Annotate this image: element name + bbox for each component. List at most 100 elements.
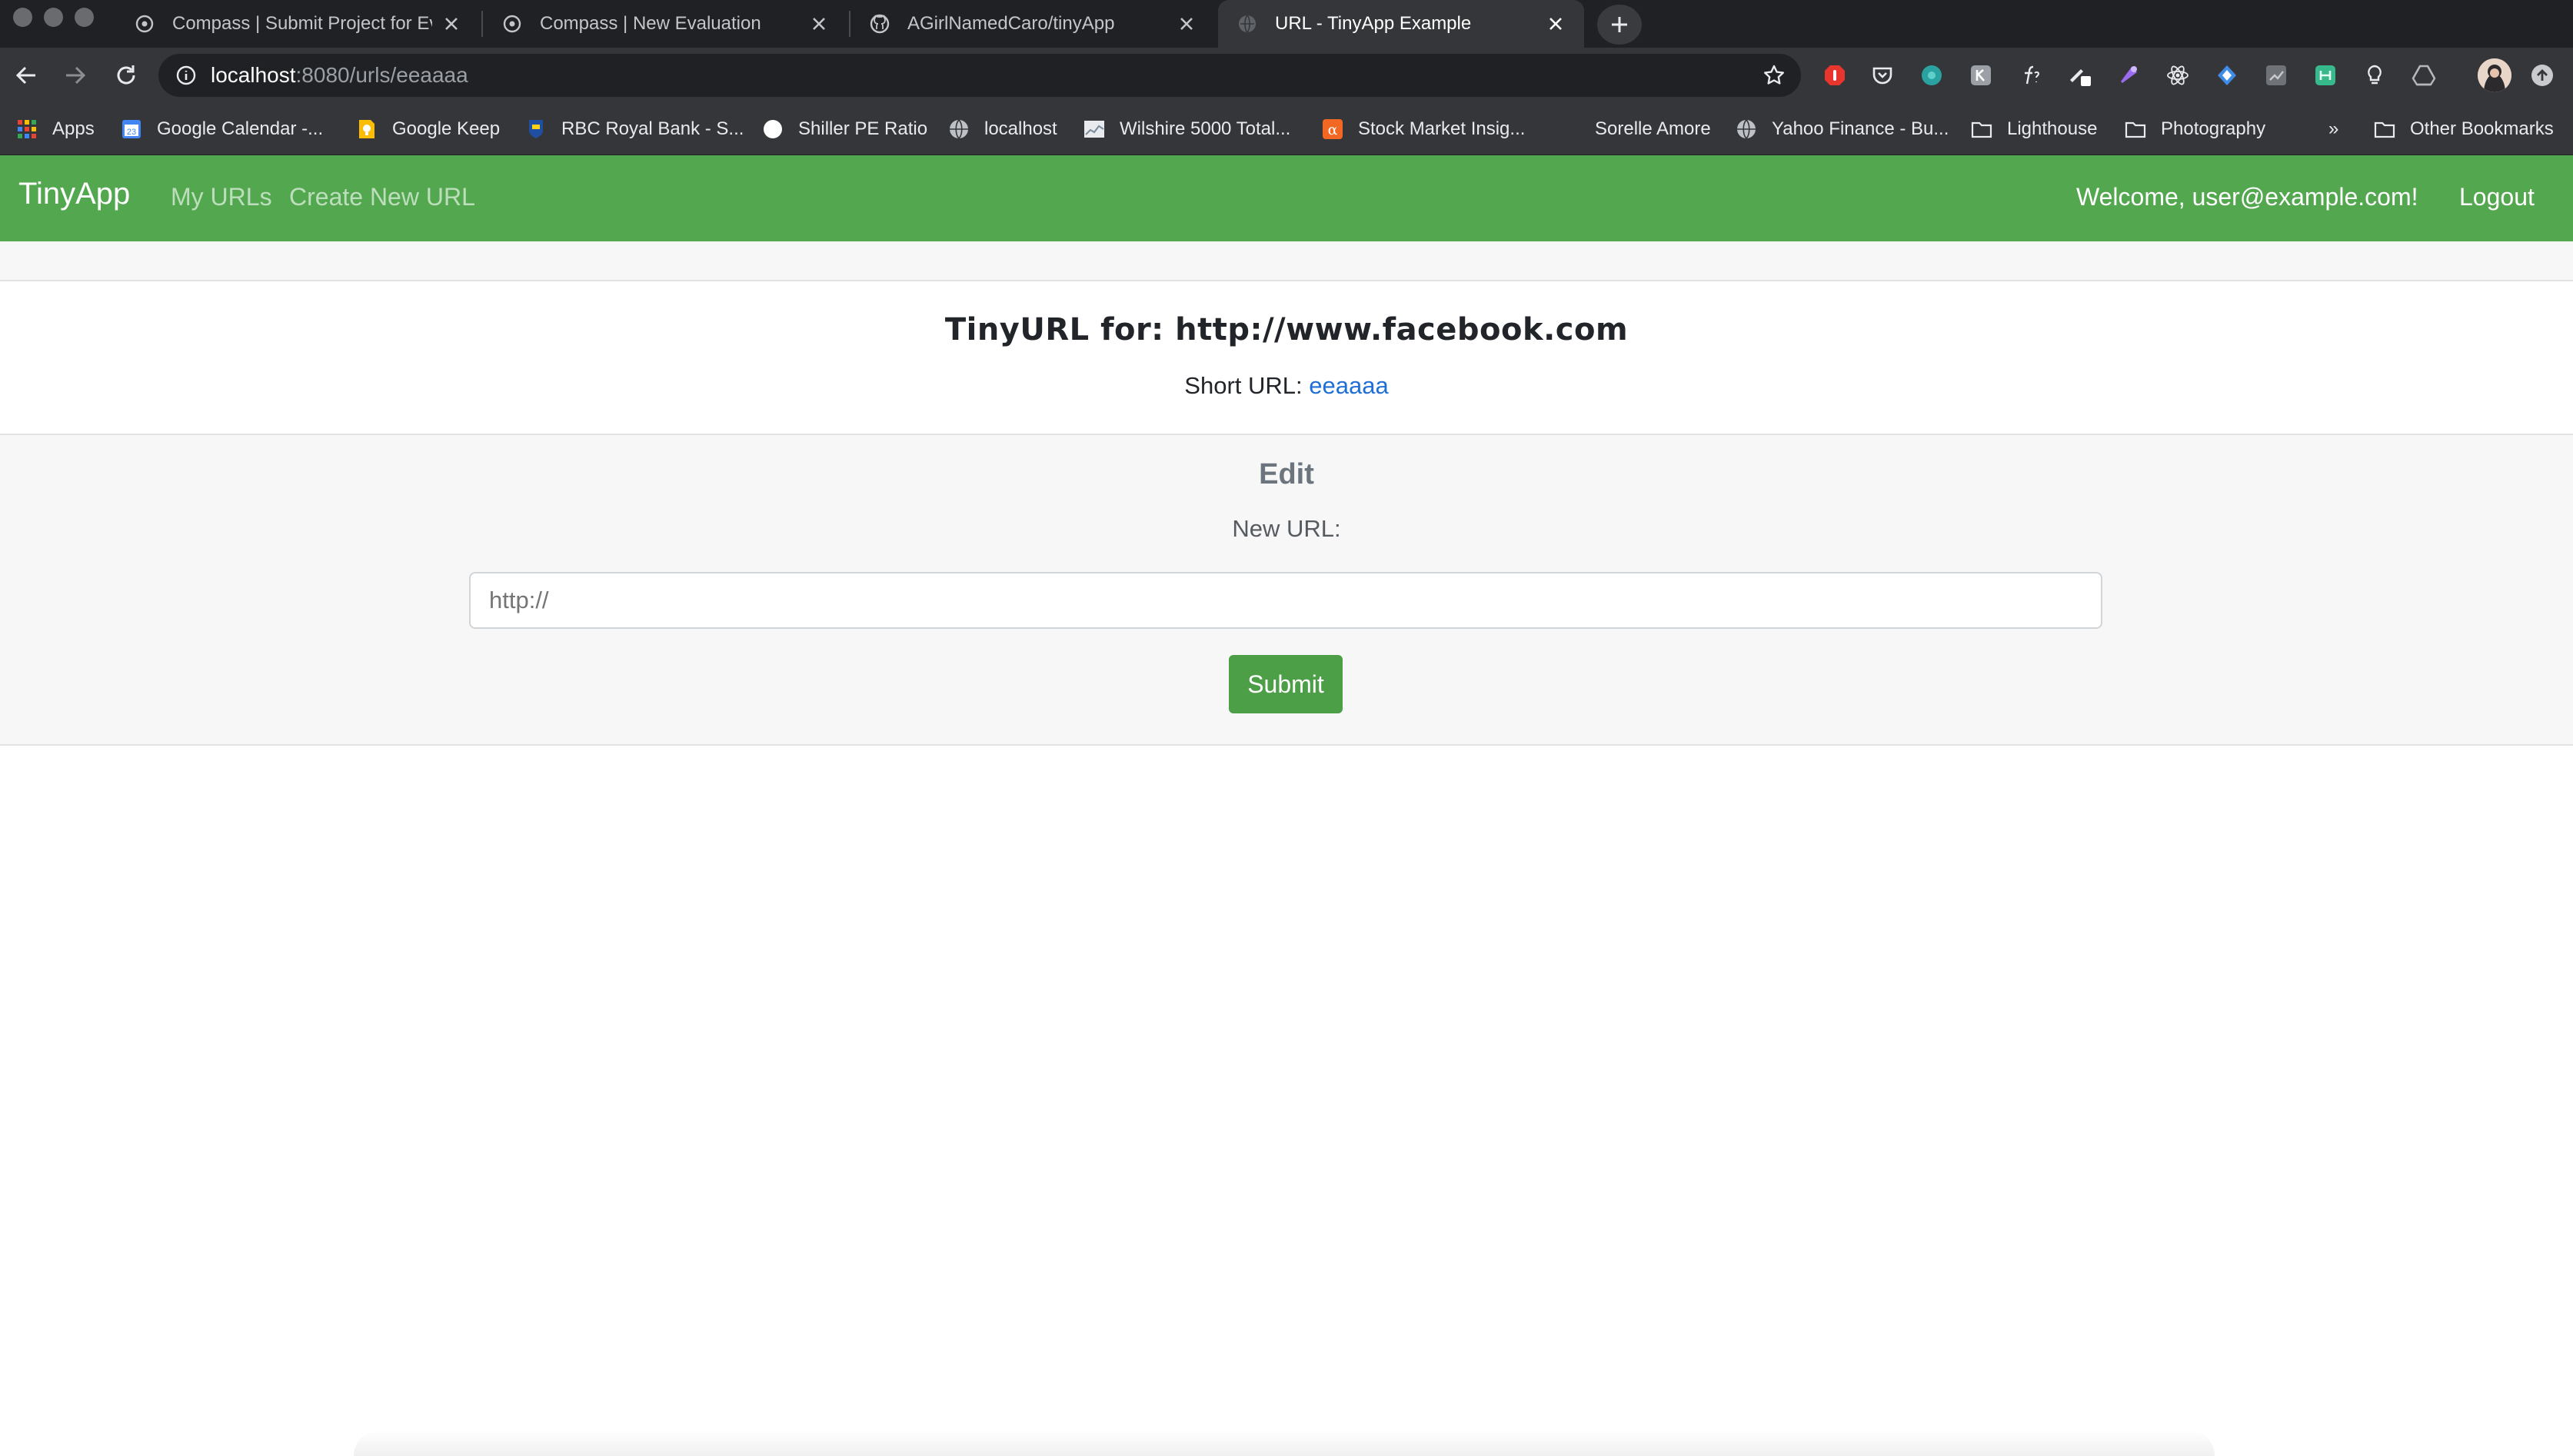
green-extension-icon[interactable] xyxy=(2313,63,2338,88)
bookmark-shiller[interactable]: Shiller PE Ratio xyxy=(761,103,927,155)
reload-icon[interactable] xyxy=(112,61,140,89)
app-navbar: TinyApp My URLs Create New URL Welcome, … xyxy=(0,155,2573,241)
bookmark-star-icon[interactable] xyxy=(1762,64,1786,87)
bookmark-folder-photography[interactable]: Photography xyxy=(2124,103,2265,155)
tab-tinyapp-active[interactable]: URL - TinyApp Example xyxy=(1218,0,1584,48)
nav-my-urls[interactable]: My URLs xyxy=(171,183,272,211)
bookmark-sorelle[interactable]: Sorelle Amore xyxy=(1595,103,1711,155)
svg-text:α: α xyxy=(1328,121,1338,138)
svg-text:23: 23 xyxy=(127,128,136,137)
grey-chart-extension-icon[interactable] xyxy=(2264,63,2288,88)
bookmark-label: Other Bookmarks xyxy=(2410,118,2554,139)
address-host: localhost xyxy=(211,63,296,87)
bookmark-label: Google Calendar -... xyxy=(157,118,324,139)
edit-heading: Edit xyxy=(1259,458,1314,490)
short-url-line: Short URL: eeaaaa xyxy=(0,372,2573,400)
brand-link[interactable]: TinyApp xyxy=(18,177,130,211)
tab-strip: Compass | Submit Project for Ev Compass … xyxy=(0,0,2573,48)
bookmark-rbc[interactable]: RBC Royal Bank - S... xyxy=(524,103,744,155)
drive-extension-icon[interactable] xyxy=(2412,63,2436,88)
bottom-edge-shadow xyxy=(354,1430,2215,1456)
lightbulb-extension-icon[interactable] xyxy=(2362,63,2387,88)
tab-title: Compass | Submit Project for Ev xyxy=(172,13,432,34)
avatar-icon xyxy=(2478,58,2511,92)
info-icon[interactable] xyxy=(175,65,197,86)
bookmark-label: Shiller PE Ratio xyxy=(798,118,928,139)
card-top-strip xyxy=(0,241,2573,281)
bookmark-google-keep[interactable]: Google Keep xyxy=(355,103,500,155)
grey-k-extension-icon[interactable] xyxy=(1969,63,1993,88)
bookmark-google-calendar[interactable]: 23 Google Calendar -... xyxy=(120,103,323,155)
alpha-icon: α xyxy=(1323,119,1343,139)
react-devtools-icon[interactable] xyxy=(2165,63,2190,88)
bookmark-label: RBC Royal Bank - S... xyxy=(561,118,744,139)
font-extension-icon[interactable] xyxy=(2018,63,2042,88)
bookmark-label: Google Keep xyxy=(392,118,501,139)
page-title: TinyURL for: http://www.facebook.com xyxy=(944,312,1629,347)
tab-close-icon[interactable] xyxy=(441,14,461,34)
tab-compass-evaluation[interactable]: Compass | New Evaluation xyxy=(483,0,847,48)
address-url: localhost:8080/urls/eeaaaa xyxy=(211,63,468,88)
pen-extension-icon[interactable] xyxy=(2067,63,2092,88)
new-tab-button[interactable] xyxy=(1597,5,1642,45)
globe-favicon-icon xyxy=(1239,15,1256,33)
tab-close-icon[interactable] xyxy=(1177,14,1197,34)
logout-button[interactable]: Logout xyxy=(2459,183,2535,211)
apps-grid-icon xyxy=(18,120,36,138)
new-url-label: New URL: xyxy=(1232,515,1341,542)
window-close-dot[interactable] xyxy=(13,8,32,27)
bookmark-apps[interactable]: Apps xyxy=(15,103,95,155)
bookmarks-overflow-chevron[interactable]: » xyxy=(2328,103,2338,155)
bookmark-yahoo-finance[interactable]: Yahoo Finance - Bu... xyxy=(1735,103,1949,155)
keep-bulb-icon xyxy=(359,120,374,138)
rbc-icon xyxy=(529,120,543,138)
bookmark-label: Apps xyxy=(52,118,95,139)
profile-avatar[interactable] xyxy=(2478,58,2511,92)
address-path: :8080/urls/eeaaaa xyxy=(295,63,468,87)
new-url-input[interactable] xyxy=(469,572,2102,629)
blue-extension-icon[interactable] xyxy=(2215,63,2239,88)
bookmark-label: Photography xyxy=(2161,118,2266,139)
folder-icon xyxy=(2374,121,2395,138)
tab-compass-submit[interactable]: Compass | Submit Project for Ev xyxy=(115,0,480,48)
purple-extension-icon[interactable] xyxy=(2116,63,2141,88)
bookmarks-bar: Apps 23 Google Calendar -... Google Keep… xyxy=(0,103,2573,155)
submit-button[interactable]: Submit xyxy=(1229,655,1343,713)
window-zoom-dot[interactable] xyxy=(75,8,94,27)
chart-icon xyxy=(1084,121,1104,138)
pocket-extension-icon[interactable] xyxy=(1870,63,1895,88)
bookmark-label: Lighthouse xyxy=(2007,118,2098,139)
plus-icon xyxy=(1612,17,1627,32)
tab-title: AGirlNamedCaro/tinyApp xyxy=(907,13,1115,34)
globe-icon xyxy=(1737,119,1756,139)
tab-close-icon[interactable] xyxy=(1546,14,1566,34)
teal-extension-icon[interactable] xyxy=(1919,63,1944,88)
short-url-label: Short URL: xyxy=(1184,372,1310,399)
bookmark-label: Stock Market Insig... xyxy=(1358,118,1526,139)
address-bar[interactable]: localhost:8080/urls/eeaaaa xyxy=(158,54,1801,97)
tab-github-tinyapp[interactable]: AGirlNamedCaro/tinyApp xyxy=(850,0,1215,48)
bookmark-stock-market[interactable]: α Stock Market Insig... xyxy=(1321,103,1525,155)
bookmark-label: Yahoo Finance - Bu... xyxy=(1772,118,1949,139)
bookmark-localhost[interactable]: localhost xyxy=(947,103,1057,155)
compass-favicon-icon xyxy=(135,15,154,33)
short-url-link[interactable]: eeaaaa xyxy=(1309,372,1388,399)
compass-favicon-icon xyxy=(503,15,521,33)
back-arrow-icon[interactable] xyxy=(12,61,40,89)
bookmark-label: Wilshire 5000 Total... xyxy=(1120,118,1291,139)
window-minimize-dot[interactable] xyxy=(44,8,63,27)
nav-create-new-url[interactable]: Create New URL xyxy=(289,183,475,211)
update-chrome-icon[interactable] xyxy=(2530,63,2555,88)
bookmark-wilshire[interactable]: Wilshire 5000 Total... xyxy=(1083,103,1290,155)
overflow-chevron-icon: » xyxy=(2328,118,2339,139)
bookmark-folder-lighthouse[interactable]: Lighthouse xyxy=(1970,103,2097,155)
forward-arrow-icon[interactable] xyxy=(62,61,89,89)
bookmark-folder-other[interactable]: Other Bookmarks xyxy=(2373,103,2554,155)
tab-title: URL - TinyApp Example xyxy=(1275,13,1472,34)
tab-close-icon[interactable] xyxy=(809,14,829,34)
adblock-extension-icon[interactable] xyxy=(1822,63,1847,88)
globe-icon xyxy=(950,119,968,139)
browser-toolbar: localhost:8080/urls/eeaaaa xyxy=(0,48,2573,103)
bookmark-label: Sorelle Amore xyxy=(1595,118,1711,139)
folder-icon xyxy=(2125,121,2146,138)
